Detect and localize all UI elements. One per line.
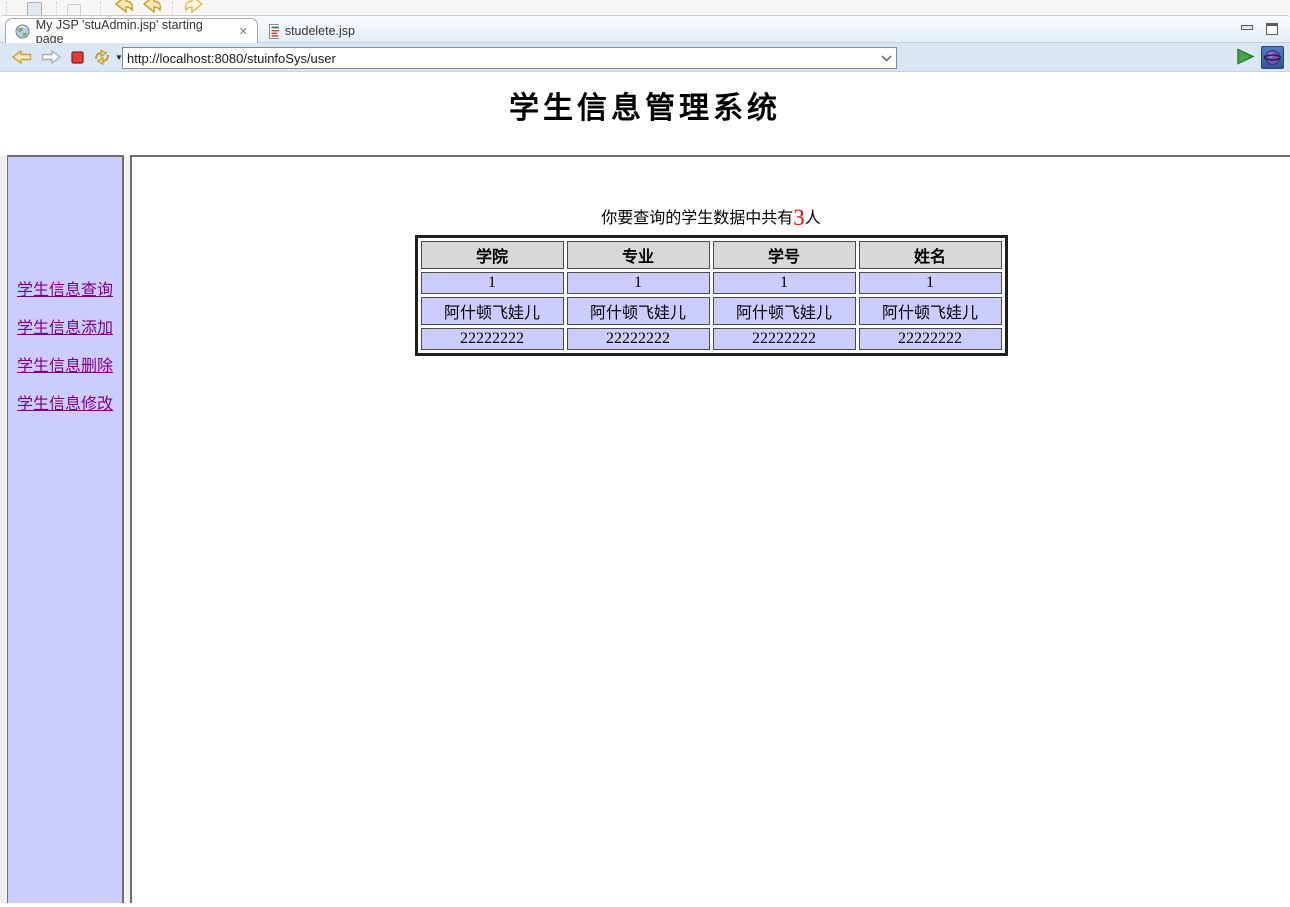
table-row: 22222222 22222222 22222222 22222222: [421, 328, 1002, 350]
browser-toolbar: ▼: [0, 43, 1290, 72]
nav-frame: 学生信息查询 学生信息添加 学生信息删除 学生信息修改: [7, 155, 124, 903]
jsp-file-icon: [269, 24, 279, 39]
cropped-gold-arrow-icon: [182, 0, 206, 14]
close-icon[interactable]: ✕: [239, 25, 248, 38]
cropped-icon: [67, 4, 81, 15]
table-cell: 阿什顿飞娃儿: [859, 297, 1002, 325]
go-play-icon: [1236, 48, 1255, 65]
column-header-college: 学院: [421, 241, 564, 269]
refresh-icon: [93, 49, 111, 65]
result-count-message: 你要查询的学生数据中共有3人: [132, 204, 1290, 228]
view-window-controls: [1240, 23, 1278, 35]
table-cell: 阿什顿飞娃儿: [421, 297, 564, 325]
table-cell: 22222222: [421, 328, 564, 350]
toolbar-separator: [172, 2, 173, 14]
table-cell: 22222222: [859, 328, 1002, 350]
cropped-gold-arrow-icon: [112, 0, 136, 14]
tab-studelete[interactable]: studelete.jsp: [260, 18, 364, 44]
page-header-frame: 学生信息管理系统: [0, 72, 1290, 155]
message-prefix: 你要查询的学生数据中共有: [601, 210, 793, 227]
column-header-major: 专业: [567, 241, 710, 269]
eclipse-internal-browser-window: My JSP 'stuAdmin.jsp' starting page ✕ st…: [0, 0, 1290, 907]
url-bar: [122, 47, 897, 69]
column-header-name: 姓名: [859, 241, 1002, 269]
table-cell: 1: [859, 272, 1002, 294]
open-external-browser-button[interactable]: [1261, 46, 1284, 69]
student-table: 学院 专业 学号 姓名 1 1 1 1 阿什顿飞娃儿 阿什顿飞娃儿 阿什顿飞娃儿…: [415, 235, 1008, 356]
sidebar-item-add[interactable]: 学生信息添加: [17, 314, 113, 338]
refresh-button[interactable]: [93, 45, 111, 69]
table-cell: 阿什顿飞娃儿: [713, 297, 856, 325]
go-button[interactable]: [1236, 48, 1255, 70]
table-cell: 1: [421, 272, 564, 294]
table-cell: 22222222: [713, 328, 856, 350]
column-header-id: 学号: [713, 241, 856, 269]
maximize-icon[interactable]: [1266, 23, 1278, 35]
toolbar-separator: [6, 2, 7, 14]
tab-label: studelete.jsp: [285, 24, 355, 38]
purple-globe-icon: [1264, 49, 1281, 66]
page-title: 学生信息管理系统: [0, 83, 1290, 127]
editor-tab-bar: My JSP 'stuAdmin.jsp' starting page ✕ st…: [0, 15, 1290, 43]
table-cell: 1: [567, 272, 710, 294]
frameset: 学生信息查询 学生信息添加 学生信息删除 学生信息修改 你要查询的学生数据中共有…: [0, 155, 1290, 903]
chevron-down-icon: [881, 55, 892, 62]
toolbar-separator: [100, 2, 101, 14]
tab-label: My JSP 'stuAdmin.jsp' starting page: [36, 18, 231, 46]
stop-icon: [71, 51, 84, 64]
globe-icon: [15, 24, 30, 39]
sidebar-item-modify[interactable]: 学生信息修改: [17, 390, 113, 414]
url-history-chevron-icon[interactable]: [876, 49, 896, 67]
main-frame: 你要查询的学生数据中共有3人 学院 专业 学号 姓名 1 1 1 1 阿什顿飞娃…: [130, 155, 1290, 903]
sidebar-item-query[interactable]: 学生信息查询: [17, 276, 113, 300]
back-button[interactable]: [12, 45, 32, 69]
eclipse-toolbar-fragment: [0, 0, 1290, 15]
url-input[interactable]: [123, 49, 876, 67]
frame-left-gutter: [0, 155, 7, 903]
toolbar-separator: [56, 2, 57, 14]
message-suffix: 人: [805, 210, 821, 227]
forward-arrow-icon: [41, 50, 61, 64]
table-cell: 22222222: [567, 328, 710, 350]
tab-stuadmin[interactable]: My JSP 'stuAdmin.jsp' starting page ✕: [5, 18, 258, 44]
table-cell: 阿什顿飞娃儿: [567, 297, 710, 325]
sidebar-item-delete[interactable]: 学生信息删除: [17, 352, 113, 376]
table-header-row: 学院 专业 学号 姓名: [421, 241, 1002, 269]
back-arrow-icon: [12, 50, 32, 64]
stop-button[interactable]: [71, 45, 84, 69]
forward-button[interactable]: [41, 45, 61, 69]
table-row: 阿什顿飞娃儿 阿什顿飞娃儿 阿什顿飞娃儿 阿什顿飞娃儿: [421, 297, 1002, 325]
cropped-gold-arrow-icon: [140, 0, 164, 14]
table-cell: 1: [713, 272, 856, 294]
minimize-icon[interactable]: [1240, 23, 1253, 34]
cropped-icon: [27, 2, 42, 15]
table-row: 1 1 1 1: [421, 272, 1002, 294]
student-count: 3: [793, 205, 805, 230]
